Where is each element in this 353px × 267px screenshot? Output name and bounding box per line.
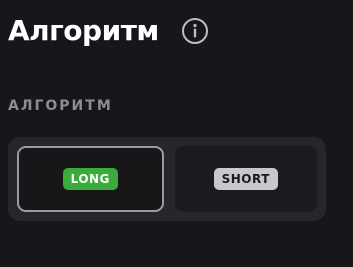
header: Алгоритм [8, 14, 209, 48]
segment-long[interactable]: LONG [17, 146, 164, 212]
section-label: АЛГОРИТМ [8, 98, 113, 114]
long-badge: LONG [62, 168, 118, 190]
short-badge: SHORT [213, 168, 278, 190]
direction-segmented-control: LONG SHORT [8, 137, 326, 221]
page-title: Алгоритм [8, 14, 159, 47]
info-icon[interactable] [181, 17, 209, 45]
segment-short[interactable]: SHORT [174, 146, 317, 212]
